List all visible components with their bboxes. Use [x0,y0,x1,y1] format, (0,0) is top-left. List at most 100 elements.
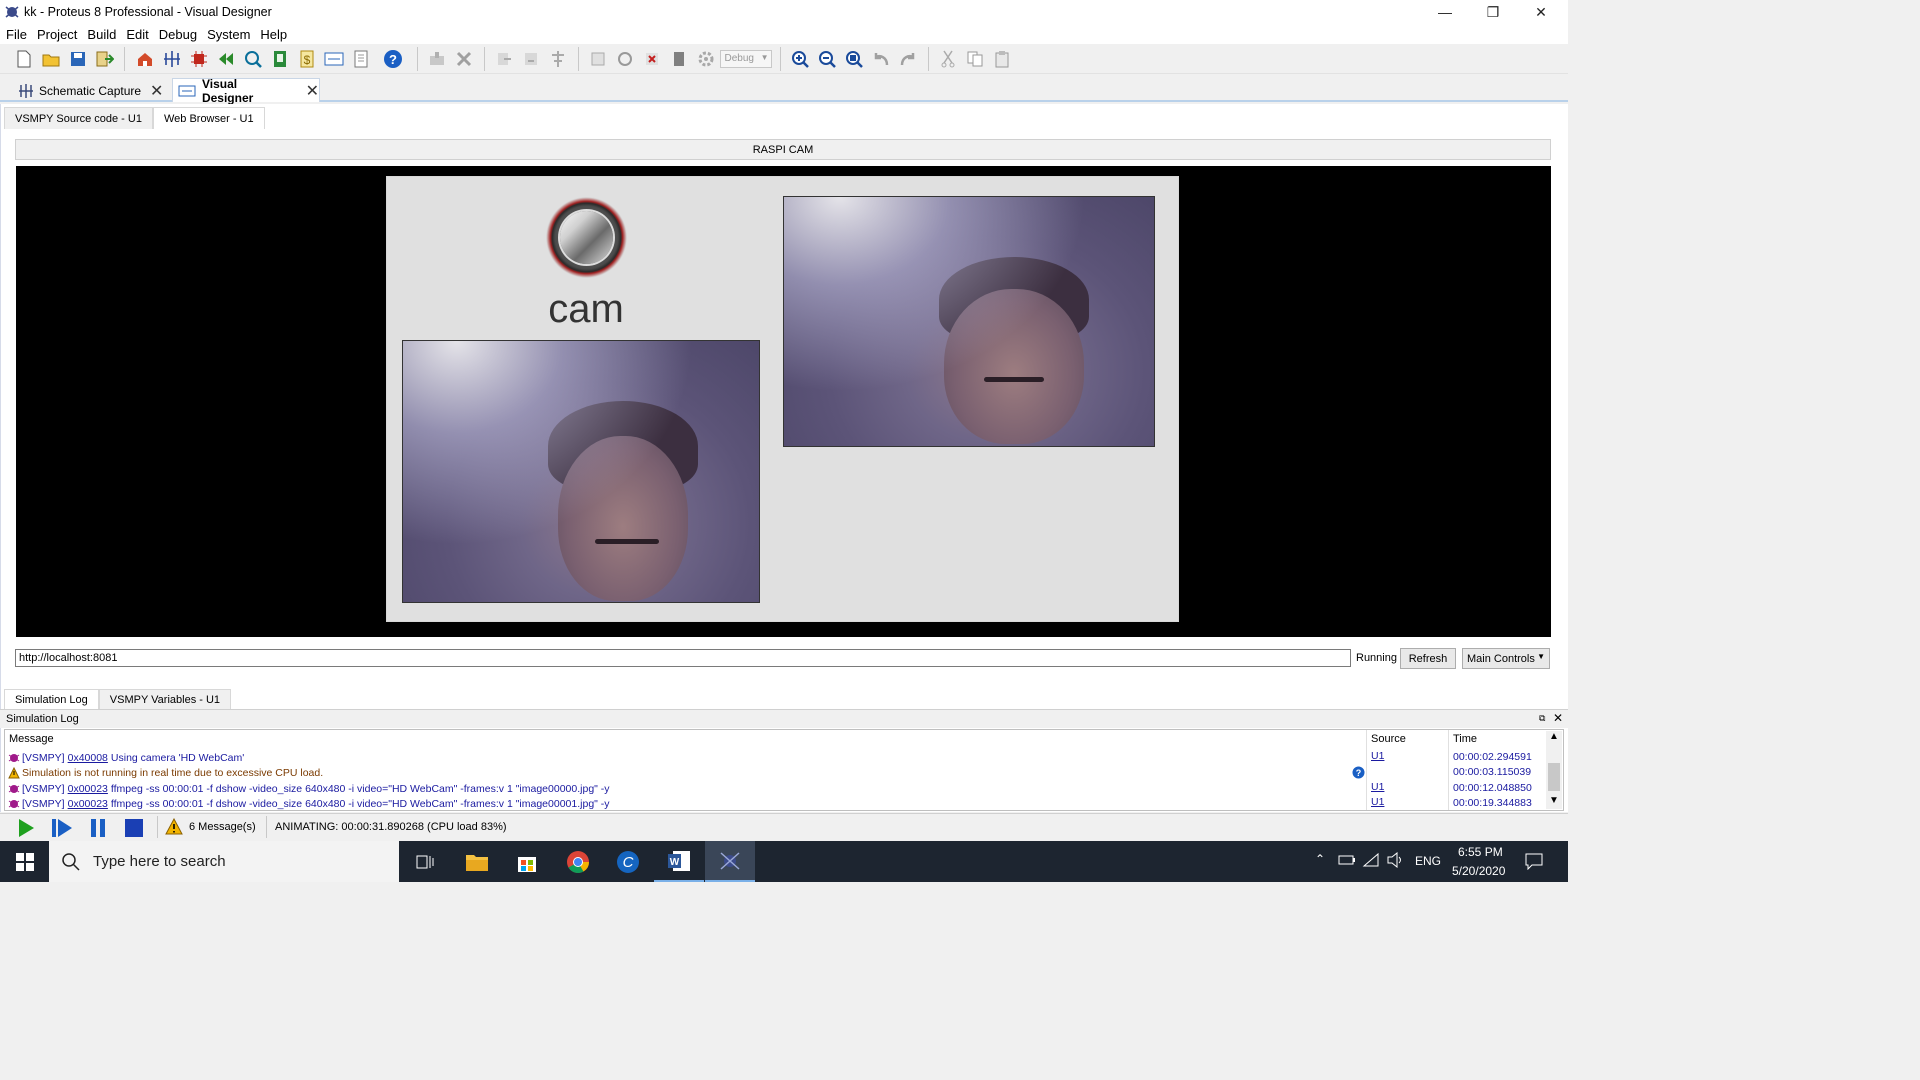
log-source-link[interactable]: U1 [1371,781,1384,793]
tab-schematic-capture[interactable]: Schematic Capture ✕ [18,80,163,102]
column-header-message[interactable]: Message [9,733,54,745]
rebuild-icon[interactable] [614,48,636,70]
redo-icon[interactable] [897,48,919,70]
gerber-icon[interactable] [215,48,237,70]
word-button[interactable]: W [654,841,704,882]
log-address-link[interactable]: 0x40008 [68,752,108,764]
zoom-in-icon[interactable] [789,48,811,70]
align-icon[interactable] [547,48,569,70]
paste-page-icon[interactable] [520,48,542,70]
scroll-up-icon[interactable]: ▲ [1549,731,1559,742]
tab-vsmpy-source[interactable]: VSMPY Source code - U1 [4,107,153,129]
paste-icon[interactable] [991,48,1013,70]
task-view-button[interactable] [400,841,450,882]
main-controls-select[interactable]: Main Controls ▼ [1462,648,1550,669]
import-icon[interactable] [94,48,116,70]
chrome-button[interactable] [553,841,603,882]
restore-icon[interactable]: ⧉ [1539,713,1545,724]
messages-indicator[interactable]: 6 Message(s) [165,818,256,835]
undo-icon[interactable] [870,48,892,70]
schematic-icon[interactable] [161,48,183,70]
log-row[interactable]: [VSMPY] 0x00023 ffmpeg -ss 00:00:01 -f d… [8,781,610,796]
taskbar-search[interactable]: Type here to search [49,841,399,882]
scroll-thumb[interactable] [1548,763,1560,791]
vsm-icon[interactable] [323,48,345,70]
help-icon[interactable]: ? [1352,766,1365,779]
save-icon[interactable] [67,48,89,70]
tab-vsmpy-variables[interactable]: VSMPY Variables - U1 [98,689,232,709]
dollar-icon[interactable]: $ [296,48,318,70]
language-indicator[interactable]: ENG [1415,854,1441,868]
close-icon[interactable]: ✕ [1553,711,1563,725]
ccleaner-button[interactable]: C [603,841,653,882]
settings-icon[interactable] [695,48,717,70]
zoom-fit-icon[interactable] [843,48,865,70]
start-button[interactable] [0,841,50,882]
zoom-out-icon[interactable] [816,48,838,70]
menu-file[interactable]: File [0,27,33,42]
close-button[interactable]: ✕ [1518,0,1564,24]
minimize-button[interactable]: — [1422,0,1468,24]
3d-view-icon[interactable] [242,48,264,70]
file-explorer-button[interactable] [452,841,502,882]
show-hidden-icons[interactable]: ⌃ [1315,852,1325,866]
column-header-source[interactable]: Source [1371,733,1406,745]
log-scrollbar[interactable]: ▲ ▼ [1546,731,1562,809]
log-source-link[interactable]: U1 [1371,750,1384,762]
menu-build[interactable]: Build [81,27,122,42]
log-message: Simulation is not running in real time d… [22,766,324,779]
url-input[interactable]: http://localhost:8081 [15,649,1351,667]
log-row[interactable]: [VSMPY] 0x00023 ffmpeg -ss 00:00:01 -f d… [8,796,610,811]
log-source-link[interactable]: U1 [1371,796,1384,808]
notifications-icon[interactable] [1524,852,1544,870]
new-file-icon[interactable] [13,48,35,70]
clock-time[interactable]: 6:55 PM [1458,845,1503,859]
wifi-icon[interactable] [1362,852,1380,868]
scroll-down-icon[interactable]: ▼ [1549,795,1559,806]
help-icon[interactable]: ? [382,48,404,70]
open-folder-icon[interactable] [40,48,62,70]
tab-visual-designer[interactable]: Visual Designer ✕ [172,77,320,105]
debug-select[interactable]: Debug ▼ [719,49,772,68]
close-icon[interactable]: ✕ [306,81,319,101]
copy-icon[interactable] [964,48,986,70]
menu-debug[interactable]: Debug [153,27,203,42]
log-row[interactable]: Simulation is not running in real time d… [8,765,323,780]
menu-system[interactable]: System [201,27,256,42]
refresh-button[interactable]: Refresh [1400,648,1456,669]
copy-page-icon[interactable] [493,48,515,70]
notes-icon[interactable] [350,48,372,70]
step-button[interactable] [51,818,73,838]
maximize-button[interactable]: ❐ [1470,0,1516,24]
pcb-icon[interactable] [188,48,210,70]
battery-icon[interactable] [1338,853,1356,867]
proteus-taskbar-button[interactable] [705,841,755,882]
clean-icon[interactable] [641,48,663,70]
store-button[interactable] [502,841,552,882]
bom-icon[interactable] [269,48,291,70]
home-icon[interactable] [134,48,156,70]
clock-date[interactable]: 5/20/2020 [1452,864,1505,878]
volume-icon[interactable] [1386,852,1404,868]
tab-web-browser[interactable]: Web Browser - U1 [152,107,265,129]
play-button[interactable] [15,818,37,838]
pause-button[interactable] [87,818,109,838]
log-message: Using camera 'HD WebCam' [110,751,245,764]
memory-icon[interactable] [668,48,690,70]
log-address-link[interactable]: 0x00023 [68,783,108,795]
log-row[interactable]: [VSMPY] 0x40008 Using camera 'HD WebCam' [8,750,244,765]
menu-project[interactable]: Project [31,27,83,42]
proteus-logo-icon [720,851,740,870]
column-header-time[interactable]: Time [1453,733,1477,745]
cut-icon[interactable] [937,48,959,70]
tab-simulation-log[interactable]: Simulation Log [4,689,99,709]
log-address-link[interactable]: 0x00023 [68,798,108,810]
menu-help[interactable]: Help [254,27,293,42]
menu-edit[interactable]: Edit [120,27,154,42]
compile-icon[interactable] [587,48,609,70]
stop-button[interactable] [123,818,145,838]
camera-capture-button[interactable] [546,197,627,278]
close-icon[interactable]: ✕ [150,81,163,101]
add-part-icon[interactable] [426,48,448,70]
delete-icon[interactable] [453,48,475,70]
